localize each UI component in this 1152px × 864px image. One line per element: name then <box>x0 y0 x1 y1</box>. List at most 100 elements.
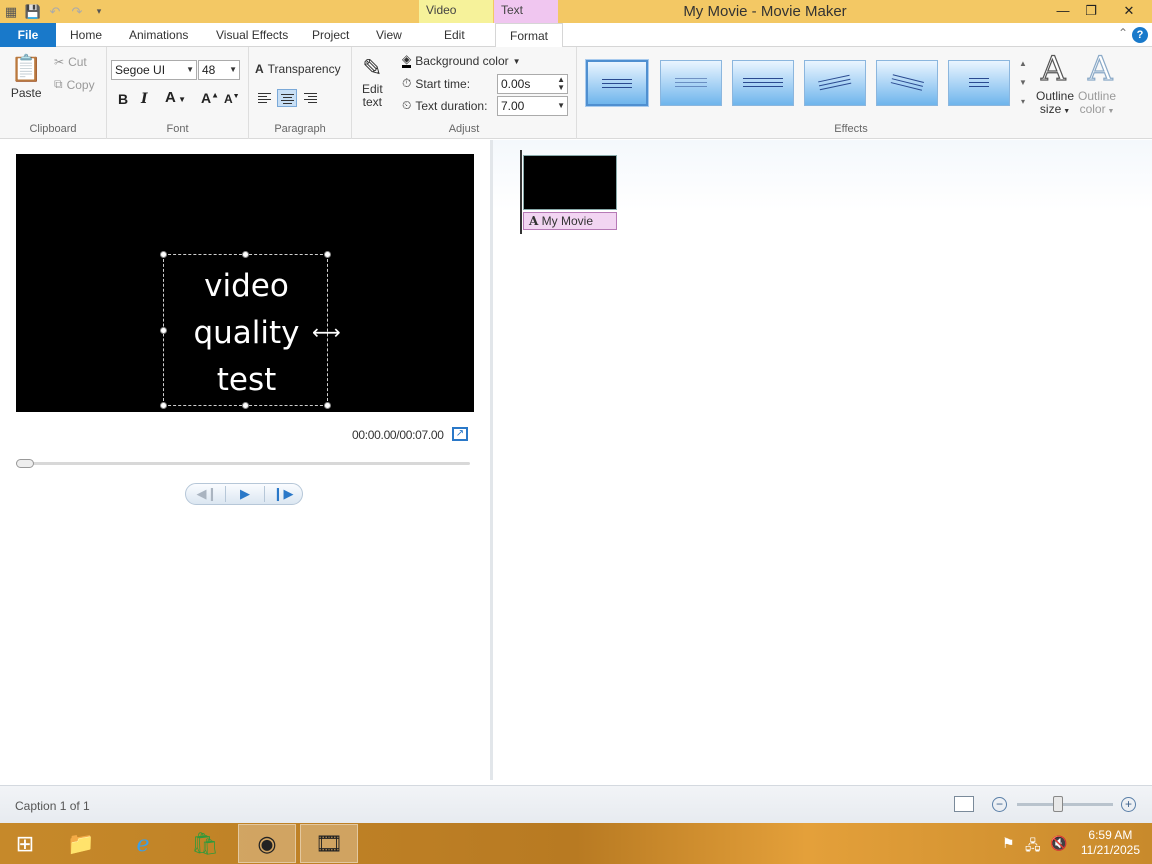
gallery-scroll[interactable]: ▲ ▼ ▾ <box>1016 54 1030 112</box>
effect-none-tile[interactable] <box>585 59 649 107</box>
effect-fade-tile[interactable] <box>660 60 722 106</box>
grow-font-button[interactable]: A▲ <box>201 90 219 106</box>
stopwatch-icon: ⏱ <box>402 76 412 90</box>
movie-maker-taskbar-icon[interactable]: 🎞 <box>300 824 358 863</box>
file-explorer-icon[interactable]: 📁 <box>52 824 110 863</box>
system-clock[interactable]: 6:59 AM 11/21/2025 <box>1081 828 1140 858</box>
italic-button[interactable]: I <box>141 91 148 107</box>
zoom-in-button[interactable]: + <box>1121 797 1136 812</box>
align-right-icon[interactable] <box>301 89 321 107</box>
copy-button[interactable]: ⧉ Copy <box>54 77 95 92</box>
align-left-icon[interactable] <box>255 89 275 107</box>
customize-qat-icon[interactable]: ▾ <box>90 6 108 17</box>
internet-explorer-icon[interactable]: ℯ <box>114 824 172 863</box>
tab-project[interactable]: Project <box>312 23 349 47</box>
resize-handle-bottom-right[interactable] <box>324 402 331 409</box>
text-caption-icon: A <box>529 214 539 228</box>
font-family-select[interactable]: Segoe UI ▼ <box>111 60 197 80</box>
effect-expand-tile[interactable] <box>732 60 794 106</box>
status-bar: Caption 1 of 1 − + <box>0 785 1152 823</box>
help-icon[interactable]: ? <box>1132 27 1148 43</box>
previous-frame-icon[interactable]: ◀❙ <box>188 484 226 504</box>
play-icon[interactable]: ▶ <box>226 484 264 504</box>
resize-handle-top-left[interactable] <box>160 251 167 258</box>
caption-text-box[interactable]: video quality test <box>160 251 331 409</box>
resize-handle-left[interactable] <box>160 327 167 334</box>
tab-visual-effects[interactable]: Visual Effects <box>216 23 288 47</box>
transparency-icon: A <box>255 62 264 76</box>
text-duration-select[interactable]: 7.00 ▼ <box>497 96 568 116</box>
effect-swing-tile[interactable] <box>876 60 938 106</box>
video-preview[interactable]: video quality test ⟷ <box>16 154 474 412</box>
action-center-flag-icon[interactable]: ⚑ <box>1002 835 1015 852</box>
outline-size-button[interactable]: Outline size ▼ <box>1036 90 1074 118</box>
align-center-icon[interactable] <box>277 89 297 107</box>
font-group-label: Font <box>166 123 189 135</box>
font-size-select[interactable]: 48 ▼ <box>198 60 240 80</box>
storyboard-caption[interactable]: A My Movie <box>523 212 617 230</box>
fullscreen-icon[interactable]: ↗ <box>452 427 468 441</box>
start-windows-icon[interactable]: ⊞ <box>0 824 50 863</box>
chevron-up-icon[interactable]: ▲ <box>1016 54 1030 73</box>
timer-icon: ⏲ <box>402 98 412 112</box>
storyboard-pane[interactable]: A My Movie <box>493 140 1152 785</box>
seek-bar[interactable] <box>16 459 470 468</box>
thumbnail-size-icon[interactable] <box>954 796 974 812</box>
tab-format[interactable]: Format <box>495 23 564 48</box>
spinner-icon[interactable]: ▲ ▼ <box>557 76 565 92</box>
resize-handle-bottom-left[interactable] <box>160 402 167 409</box>
next-frame-icon[interactable]: ❙▶ <box>264 484 302 504</box>
resize-handle-top-right[interactable] <box>324 251 331 258</box>
edit-text-button[interactable]: ✎ Edit text <box>362 55 383 109</box>
zoom-slider-track[interactable] <box>1017 803 1113 806</box>
bold-button[interactable]: B <box>118 91 128 107</box>
quick-access-toolbar: ▦ 💾 ↶ ↷ ▾ <box>0 0 108 23</box>
redo-icon[interactable]: ↷ <box>68 4 86 20</box>
collapse-ribbon-icon[interactable]: ⌃ <box>1118 26 1128 40</box>
background-color-button[interactable]: ◈ Background color ▼ <box>402 53 521 68</box>
zoom-slider-thumb[interactable] <box>1053 796 1064 812</box>
caption-text[interactable]: video quality test <box>164 263 329 404</box>
outline-size-icon: A <box>1040 48 1066 89</box>
resize-handle-bottom[interactable] <box>242 402 249 409</box>
font-color-button[interactable]: A ▼ <box>165 89 186 106</box>
tab-file[interactable]: File <box>0 23 56 47</box>
main-area: video quality test ⟷ 00:00.00/00:07.00 ↗… <box>0 140 1152 785</box>
paste-button[interactable]: 📋 Paste <box>10 53 42 100</box>
tab-animations[interactable]: Animations <box>129 23 188 47</box>
gallery-more-icon[interactable]: ▾ <box>1016 92 1030 111</box>
start-time-input[interactable]: 0.00s ▲ ▼ <box>497 74 568 94</box>
font-color-label: A <box>165 89 176 106</box>
transparency-button[interactable]: A Transparency <box>255 62 341 76</box>
chevron-down-icon: ▼ <box>175 95 186 104</box>
group-adjust: ✎ Edit text ◈ Background color ▼ ⏱ Start… <box>352 47 577 139</box>
cut-button[interactable]: ✂ Cut <box>54 55 87 69</box>
adjust-group-label: Adjust <box>448 123 480 135</box>
media-center-icon[interactable]: ◉ <box>238 824 296 863</box>
restore-button[interactable]: ❐ <box>1076 0 1106 23</box>
app-icon[interactable]: ▦ <box>2 4 20 20</box>
store-icon[interactable]: 🛍 <box>176 824 234 863</box>
network-icon[interactable]: 🖧 <box>1025 835 1041 859</box>
storyboard-clip[interactable] <box>523 155 617 210</box>
seek-thumb[interactable] <box>16 459 34 468</box>
tab-home[interactable]: Home <box>70 23 102 47</box>
shrink-font-button[interactable]: A▼ <box>224 92 240 106</box>
zoom-out-button[interactable]: − <box>992 797 1007 812</box>
undo-icon[interactable]: ↶ <box>46 4 64 20</box>
save-icon[interactable]: 💾 <box>24 4 42 20</box>
effect-scroll-tile[interactable] <box>948 60 1010 106</box>
chevron-down-icon: ▼ <box>229 65 237 74</box>
chevron-down-icon: ▼ <box>512 56 521 66</box>
close-button[interactable]: ✕ <box>1112 0 1146 23</box>
resize-handle-top[interactable] <box>242 251 249 258</box>
tab-edit[interactable]: Edit <box>444 23 465 47</box>
outline-color-button[interactable]: Outline color ▼ <box>1078 90 1116 118</box>
volume-muted-icon[interactable]: 🔇 <box>1050 835 1067 852</box>
clock-date: 11/21/2025 <box>1080 843 1140 857</box>
copy-icon: ⧉ <box>54 77 63 91</box>
chevron-down-icon[interactable]: ▼ <box>1016 73 1030 92</box>
minimize-button[interactable]: — <box>1048 0 1078 23</box>
tab-view[interactable]: View <box>376 23 402 47</box>
effect-fly-in-tile[interactable] <box>804 60 866 106</box>
